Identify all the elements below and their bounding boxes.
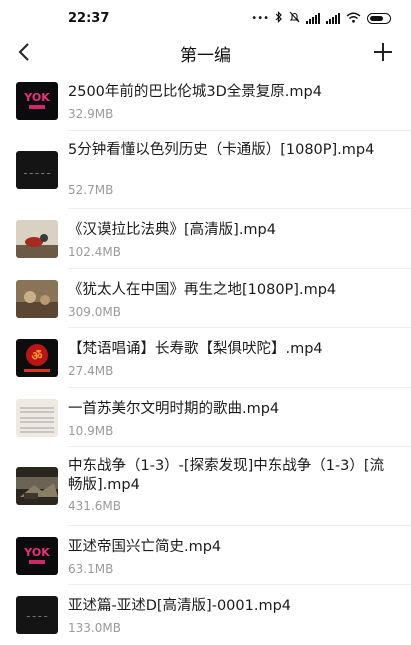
battery-icon (367, 13, 391, 24)
add-button[interactable] (369, 38, 397, 66)
page-title: 第一编 (180, 46, 231, 66)
video-thumbnail: YOK (16, 536, 58, 575)
nav-bar: 第一编 (0, 36, 411, 68)
file-size: 102.4MB (68, 245, 121, 259)
file-list: YOK 2500年前的巴比伦城3D全景复原.mp4 32.9MB ~ ~ ~ ~… (0, 71, 411, 645)
bluetooth-icon (275, 11, 283, 26)
plus-icon (374, 43, 392, 61)
file-size: 32.9MB (68, 107, 114, 121)
file-item[interactable]: ~ ~ ~ ~ ~ 5分钟看懂以色列历史（卡通版）[1080P].mp4 52.… (0, 131, 411, 210)
video-thumbnail: ~ ~ ~ ~ (16, 596, 58, 634)
video-thumbnail: ॐ (16, 339, 58, 377)
svg-text:~ ~ ~ ~ ~: ~ ~ ~ ~ ~ (23, 171, 50, 177)
file-name: 中东战争（1-3）-[探索发现]中东战争（1-3）[流畅版].mp4 (68, 458, 385, 493)
svg-text:YOK: YOK (23, 91, 50, 104)
file-item[interactable]: 一首苏美尔文明时期的歌曲.mp4 10.9MB (0, 388, 411, 448)
file-size: 431.6MB (68, 499, 121, 513)
video-thumbnail: YOK (16, 82, 58, 120)
status-icons: ••• (251, 11, 391, 26)
file-item[interactable]: ~ ~ ~ ~ 亚述篇-亚述D[高清版]-0001.mp4 133.0MB (0, 585, 411, 645)
status-bar: 22:37 ••• (0, 0, 411, 36)
file-item[interactable]: 中东战争（1-3）-[探索发现]中东战争（1-3）[流畅版].mp4 431.6… (0, 447, 411, 526)
file-name: 《汉谟拉比法典》[高清版].mp4 (68, 222, 276, 238)
file-size: 63.1MB (68, 561, 114, 576)
file-size: 27.4MB (68, 364, 114, 378)
file-item[interactable]: YOK 亚述帝国兴亡简史.mp4 63.1MB (0, 526, 411, 586)
video-thumbnail (16, 467, 58, 505)
file-item[interactable]: YOK 2500年前的巴比伦城3D全景复原.mp4 32.9MB (0, 71, 411, 131)
file-name: 一首苏美尔文明时期的歌曲.mp4 (68, 400, 280, 417)
file-item[interactable]: ॐ 【梵语唱诵】长寿歌【梨俱吠陀】.mp4 27.4MB (0, 328, 411, 388)
file-name: 2500年前的巴比伦城3D全景复原.mp4 (68, 84, 322, 100)
video-thumbnail (16, 398, 58, 437)
svg-text:~ ~ ~ ~: ~ ~ ~ ~ (26, 614, 48, 620)
file-item[interactable]: 《汉谟拉比法典》[高清版].mp4 102.4MB (0, 209, 411, 269)
more-dots-icon: ••• (251, 13, 269, 24)
signal-icon (306, 13, 320, 24)
file-size: 10.9MB (68, 423, 114, 438)
file-size: 52.7MB (68, 182, 114, 197)
svg-text:ॐ: ॐ (32, 349, 43, 363)
video-thumbnail: ~ ~ ~ ~ ~ (16, 150, 58, 189)
mute-bell-icon (289, 11, 300, 26)
file-name: 【梵语唱诵】长寿歌【梨俱吠陀】.mp4 (68, 341, 323, 357)
file-name: 5分钟看懂以色列历史（卡通版）[1080P].mp4 (68, 141, 375, 158)
status-time: 22:37 (68, 11, 110, 26)
video-thumbnail (16, 220, 58, 258)
svg-text:YOK: YOK (23, 546, 50, 559)
file-name: 亚述帝国兴亡简史.mp4 (68, 538, 222, 555)
file-name: 《犹太人在中国》再生之地[1080P].mp4 (68, 281, 337, 298)
file-size: 133.0MB (68, 621, 121, 635)
signal-icon-2 (326, 13, 340, 24)
video-thumbnail (16, 279, 58, 318)
wifi-icon (346, 12, 361, 26)
file-name: 亚述篇-亚述D[高清版]-0001.mp4 (68, 598, 292, 614)
file-size: 309.0MB (68, 304, 121, 319)
file-item[interactable]: 《犹太人在中国》再生之地[1080P].mp4 309.0MB (0, 269, 411, 329)
